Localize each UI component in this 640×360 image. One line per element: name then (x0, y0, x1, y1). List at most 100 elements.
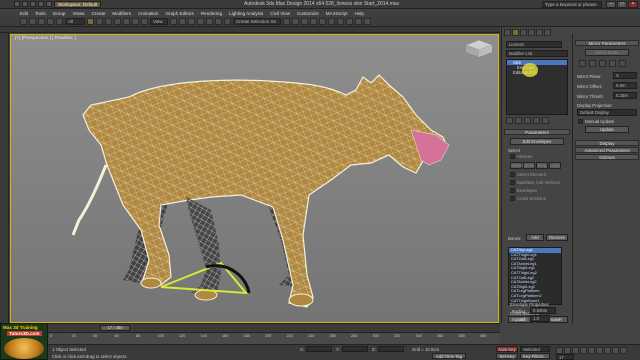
paste-blue-verts-icon[interactable] (619, 60, 626, 67)
align-icon[interactable] (292, 18, 299, 25)
menu-item-tools[interactable]: Tools (35, 11, 46, 16)
menu-item-help[interactable]: Help (355, 11, 364, 16)
key-mode-dropdown[interactable]: Selected (520, 346, 550, 352)
material-editor-icon[interactable] (337, 18, 344, 25)
menu-item-group[interactable]: Group (53, 11, 66, 16)
modify-tab-icon[interactable] (512, 29, 519, 36)
remove-modifier-icon[interactable] (533, 117, 540, 124)
menu-item-modifiers[interactable]: Modifiers (112, 11, 131, 16)
vertices-checkbox[interactable] (510, 154, 515, 159)
snaps-toggle-icon[interactable] (197, 18, 204, 25)
menu-item-lighting-analysis[interactable]: Lighting Analysis (229, 11, 263, 16)
show-end-result-icon[interactable] (515, 117, 522, 124)
utilities-tab-icon[interactable] (544, 29, 551, 36)
loop-button[interactable]: Loop (549, 162, 561, 169)
play-icon[interactable] (572, 347, 579, 354)
parameters-rollout[interactable]: Parameters (504, 129, 570, 135)
minimize-icon[interactable]: – (606, 0, 616, 8)
link-icon[interactable] (38, 18, 45, 25)
rendered-frame-icon[interactable] (355, 18, 362, 25)
previous-frame-icon[interactable] (564, 347, 571, 354)
select-element-checkbox[interactable] (510, 172, 515, 177)
named-selection-set-input[interactable]: Create Selection Se (233, 18, 281, 25)
menu-item-civil-view[interactable]: Civil View (270, 11, 290, 16)
move-icon[interactable] (123, 18, 130, 25)
gizmos-rollout[interactable]: Gizmos (575, 154, 639, 160)
absolute-relative-toggle[interactable]: A R (555, 317, 562, 322)
select-object-icon[interactable] (87, 18, 94, 25)
add-time-tag-button[interactable]: Add Time Tag (432, 353, 466, 359)
configure-sets-icon[interactable] (542, 117, 549, 124)
undo-icon[interactable] (38, 0, 44, 7)
z-coord-field[interactable] (378, 346, 404, 352)
menu-item-rendering[interactable]: Rendering (201, 11, 222, 16)
keyboard-shortcut-icon[interactable] (188, 18, 195, 25)
menu-item-create[interactable]: Create (92, 11, 106, 16)
pivot-center-icon[interactable] (170, 18, 177, 25)
pin-stack-icon[interactable] (506, 117, 513, 124)
paste-green-to-blue-icon[interactable] (589, 60, 596, 67)
perspective-viewport[interactable]: [+] [Perspective ] [ Realistic ] (10, 34, 499, 323)
display-rollout[interactable]: Display (575, 140, 639, 146)
hierarchy-tab-icon[interactable] (520, 29, 527, 36)
mirror-thresh-field[interactable]: 0.25m (613, 92, 637, 99)
mirror-paste-icon[interactable] (579, 60, 586, 67)
reference-coordinate-dropdown[interactable]: View (150, 18, 168, 25)
render-setup-icon[interactable] (346, 18, 353, 25)
y-coord-field[interactable] (342, 346, 368, 352)
render-production-icon[interactable] (364, 18, 371, 25)
graphite-toggle-icon[interactable] (310, 18, 317, 25)
schematic-view-icon[interactable] (328, 18, 335, 25)
menu-item-graph-editors[interactable]: Graph Editors (165, 11, 193, 16)
menu-item-views[interactable]: Views (72, 11, 84, 16)
search-input[interactable]: Type a keyword or phrase (542, 0, 602, 8)
update-button[interactable]: Update (585, 126, 629, 133)
menu-item-animation[interactable]: Animation (138, 11, 158, 16)
spinner-snap-icon[interactable] (224, 18, 231, 25)
redo-toolbar-icon[interactable] (29, 18, 36, 25)
maximize-icon[interactable]: □ (617, 0, 627, 8)
edit-envelopes-button[interactable]: Edit Envelopes (510, 138, 564, 145)
advanced-parameters-rollout[interactable]: Advanced Parameters (575, 147, 639, 153)
selection-filter-dropdown[interactable]: All (65, 18, 85, 25)
backface-cull-checkbox[interactable] (510, 180, 515, 185)
workspace-dropdown[interactable]: Workspace: Default (54, 0, 102, 8)
save-file-icon[interactable] (30, 0, 36, 7)
angle-snap-icon[interactable] (206, 18, 213, 25)
select-by-name-icon[interactable] (96, 18, 103, 25)
scale-icon[interactable] (141, 18, 148, 25)
zoom-icon[interactable] (580, 347, 587, 354)
cross-sections-checkbox[interactable] (510, 196, 515, 201)
open-file-icon[interactable] (22, 0, 28, 7)
unlink-icon[interactable] (47, 18, 54, 25)
rectangle-selection-icon[interactable] (105, 18, 112, 25)
display-tab-icon[interactable] (536, 29, 543, 36)
mirror-offset-field[interactable]: 0.0m (613, 82, 637, 89)
lioness-model[interactable] (11, 35, 499, 323)
x-coord-field[interactable] (306, 346, 332, 352)
menu-item-customize[interactable]: Customize (297, 11, 319, 16)
layer-manager-icon[interactable] (301, 18, 308, 25)
close-icon[interactable]: × (628, 0, 638, 8)
new-file-icon[interactable] (14, 0, 20, 7)
mirror-mode-button[interactable]: Mirror Mode (585, 49, 629, 56)
manual-update-checkbox[interactable] (578, 119, 583, 124)
remove-bone-button[interactable]: Remove (546, 234, 568, 241)
make-unique-icon[interactable] (524, 117, 531, 124)
display-projection-dropdown[interactable]: Default Display (577, 109, 637, 116)
window-crossing-icon[interactable] (114, 18, 121, 25)
curve-editor-icon[interactable] (319, 18, 326, 25)
menu-item-edit[interactable]: Edit (20, 11, 28, 16)
percent-snap-icon[interactable] (215, 18, 222, 25)
set-key-button[interactable]: Set Key (496, 353, 518, 359)
zoom-extents-icon[interactable] (596, 347, 603, 354)
undo-toolbar-icon[interactable] (20, 18, 27, 25)
create-tab-icon[interactable] (504, 29, 511, 36)
rotate-icon[interactable] (132, 18, 139, 25)
auto-key-button[interactable]: Auto Key (496, 346, 518, 352)
menu-item-maxscript[interactable]: MAXScript (326, 11, 348, 16)
squash-field[interactable]: 1.0 (530, 315, 550, 322)
paste-green-verts-icon[interactable] (609, 60, 616, 67)
track-bar[interactable]: 0 20 40 60 80 100 120 140 160 180 200 220 240 260 280 3… (10, 332, 500, 344)
bone-list[interactable]: CATHipLeg1 CATThighLeg1 CATCalfLeg1 CATAnkl… (508, 247, 562, 305)
